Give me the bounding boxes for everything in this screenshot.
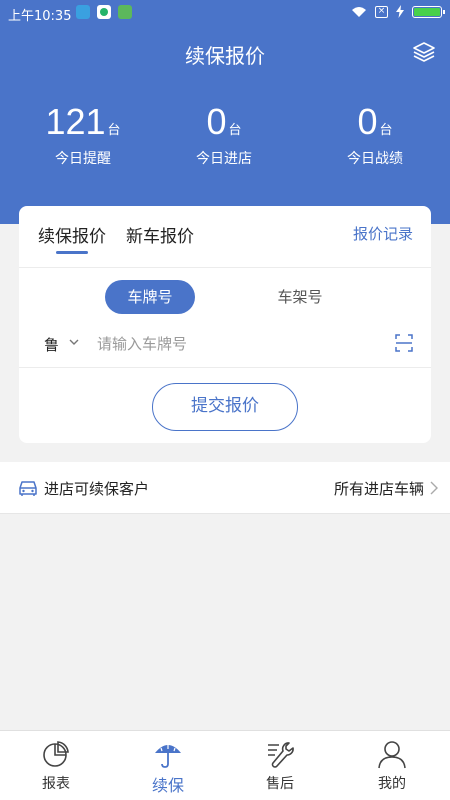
pie-chart-icon — [43, 741, 69, 767]
charging-icon — [396, 5, 404, 18]
wrench-icon — [268, 742, 294, 768]
plate-input-row: 鲁 — [19, 320, 431, 368]
nav-label: 报表 — [42, 776, 70, 792]
nav-label: 我的 — [378, 776, 406, 792]
scan-icon[interactable] — [395, 334, 413, 352]
battery-icon — [412, 5, 445, 18]
android-icon — [118, 5, 132, 19]
notification-icons — [76, 5, 132, 19]
stats-panel: 121 台 今日提醒 0台 今日进店 0台 今日战绩 — [0, 100, 450, 180]
stat-unit: 台 — [107, 123, 121, 138]
status-right: × — [351, 5, 445, 18]
customers-title: 进店可续保客户 — [44, 480, 150, 498]
stat-unit: 台 — [228, 123, 242, 138]
chevron-right-icon[interactable] — [430, 481, 438, 495]
plate-number-mode-button[interactable]: 车牌号 — [105, 280, 195, 314]
nav-item-profile[interactable]: 我的 — [336, 731, 448, 800]
stat-value: 0 — [206, 101, 227, 142]
province-selector[interactable]: 鲁 — [44, 334, 59, 355]
chat-app-icon — [97, 5, 111, 19]
person-icon — [378, 741, 406, 769]
stat-label: 今日战绩 — [347, 151, 403, 167]
status-time: 上午10:35 — [8, 9, 72, 24]
submit-quote-button[interactable]: 提交报价 — [152, 383, 298, 431]
nav-item-renewal[interactable]: 续保 — [112, 731, 224, 800]
layers-icon[interactable] — [412, 40, 436, 64]
nav-item-reports[interactable]: 报表 — [0, 731, 112, 800]
stat-value: 0 — [357, 101, 378, 142]
tab-renewal-quote[interactable]: 续保报价 — [38, 222, 106, 247]
usb-icon — [76, 5, 90, 19]
stat-unit: 台 — [379, 123, 393, 138]
stat-results[interactable]: 0台 今日战绩 — [300, 100, 450, 168]
tab-indicator — [56, 251, 88, 254]
car-icon — [19, 481, 37, 496]
renewable-customers-row[interactable]: 进店可续保客户 所有进店车辆 — [0, 462, 450, 514]
quote-card: 续保报价 新车报价 报价记录 车牌号 车架号 鲁 提交报价 — [19, 206, 431, 443]
all-visiting-vehicles-link[interactable]: 所有进店车辆 — [334, 478, 424, 499]
wifi-icon — [352, 7, 366, 17]
chevron-down-icon[interactable] — [68, 336, 80, 348]
stat-label: 今日提醒 — [55, 151, 111, 167]
quote-records-link[interactable]: 报价记录 — [353, 223, 413, 244]
stat-label: 今日进店 — [196, 151, 252, 167]
no-sim-icon: × — [375, 5, 388, 18]
stat-reminders[interactable]: 121 台 今日提醒 — [8, 100, 158, 168]
vin-mode-button[interactable]: 车架号 — [255, 280, 345, 314]
nav-label: 售后 — [266, 776, 294, 792]
umbrella-icon — [155, 745, 181, 768]
nav-item-after-sales[interactable]: 售后 — [224, 731, 336, 800]
quote-tabs: 续保报价 新车报价 报价记录 — [19, 206, 431, 268]
plate-number-input[interactable] — [97, 330, 377, 358]
tab-new-car-quote[interactable]: 新车报价 — [126, 222, 194, 247]
stat-value: 121 — [45, 101, 106, 142]
nav-label: 续保 — [151, 776, 184, 795]
stat-visits[interactable]: 0台 今日进店 — [149, 100, 299, 168]
page-title: 续保报价 — [185, 44, 265, 68]
status-bar: 上午10:35 × — [0, 0, 450, 26]
bottom-nav: 报表 续保 售后 我的 — [0, 730, 450, 800]
